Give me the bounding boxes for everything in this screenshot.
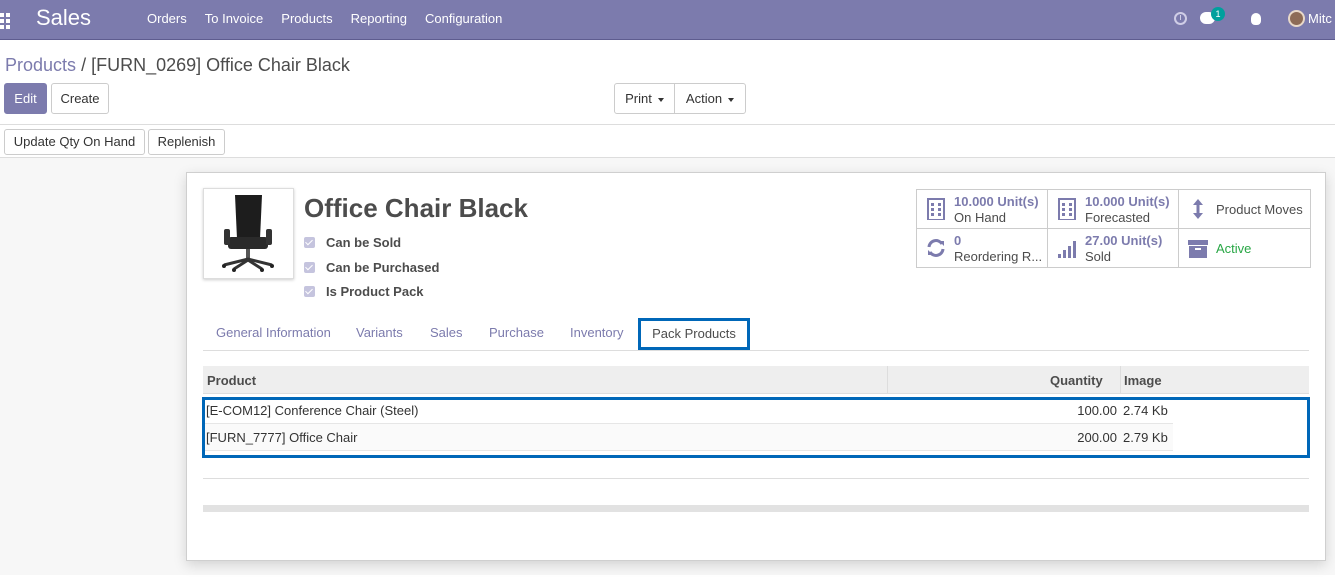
signal-bars-icon bbox=[1058, 241, 1076, 258]
avatar[interactable] bbox=[1288, 10, 1305, 27]
refresh-icon bbox=[927, 239, 945, 257]
rows-highlight-frame bbox=[202, 397, 1310, 458]
forecasted-button[interactable]: 10.000 Unit(s) Forecasted bbox=[1048, 190, 1179, 229]
app-brand[interactable]: Sales bbox=[36, 5, 91, 31]
product-name[interactable]: Office Chair Black bbox=[304, 193, 528, 224]
user-name[interactable]: Mitc bbox=[1308, 11, 1332, 26]
product-image[interactable] bbox=[203, 188, 294, 279]
reordering-rules-button[interactable]: 0 Reordering R... bbox=[917, 229, 1048, 268]
column-product[interactable]: Product bbox=[207, 373, 256, 388]
menu-reporting[interactable]: Reporting bbox=[342, 0, 416, 40]
top-navbar: Sales Orders To Invoice Products Reporti… bbox=[0, 0, 1335, 40]
can-be-sold-label: Can be Sold bbox=[326, 234, 402, 250]
tab-general-information[interactable]: General Information bbox=[216, 325, 331, 340]
menu-to-invoice[interactable]: To Invoice bbox=[196, 0, 273, 40]
activity-clock-icon[interactable] bbox=[1174, 12, 1187, 25]
caret-down-icon bbox=[728, 97, 735, 102]
archive-icon bbox=[1188, 240, 1208, 258]
form-sheet: Office Chair Black Can be Sold Can be Pu… bbox=[186, 172, 1326, 561]
reordering-value: 0 bbox=[954, 233, 962, 248]
up-down-arrows-icon bbox=[1193, 199, 1203, 219]
chat-badge: 1 bbox=[1211, 7, 1225, 21]
tab-sales[interactable]: Sales bbox=[430, 325, 463, 340]
active-label: Active bbox=[1216, 241, 1252, 256]
product-moves-label: Product Moves bbox=[1216, 202, 1303, 217]
on-hand-value: 10.000 Unit(s) bbox=[954, 194, 1039, 209]
forecasted-value: 10.000 Unit(s) bbox=[1085, 194, 1170, 209]
divider bbox=[0, 124, 1335, 125]
column-separator bbox=[887, 366, 888, 394]
edit-button[interactable]: Edit bbox=[4, 83, 47, 114]
menu-products[interactable]: Products bbox=[272, 0, 341, 40]
column-separator bbox=[1120, 366, 1121, 394]
product-moves-button[interactable]: Product Moves bbox=[1179, 190, 1310, 229]
main-menu: Orders To Invoice Products Reporting Con… bbox=[138, 0, 511, 40]
tab-variants[interactable]: Variants bbox=[356, 325, 403, 340]
create-button[interactable]: Create bbox=[51, 83, 109, 114]
sold-button[interactable]: 27.00 Unit(s) Sold bbox=[1048, 229, 1179, 268]
breadcrumb-separator: / bbox=[81, 55, 87, 75]
can-be-purchased-row: Can be Purchased bbox=[304, 259, 439, 275]
breadcrumb: Products / [FURN_0269] Office Chair Blac… bbox=[5, 55, 350, 76]
can-be-sold-row: Can be Sold bbox=[304, 234, 401, 250]
reordering-label: Reordering R... bbox=[954, 249, 1043, 264]
sold-value: 27.00 Unit(s) bbox=[1085, 233, 1163, 248]
action-label: Action bbox=[685, 91, 723, 106]
menu-configuration[interactable]: Configuration bbox=[416, 0, 511, 40]
building-icon bbox=[927, 198, 945, 220]
can-be-purchased-label: Can be Purchased bbox=[326, 259, 440, 275]
table-footer-bar bbox=[203, 505, 1309, 512]
table-header: Product Quantity Image bbox=[203, 366, 1309, 394]
sold-label: Sold bbox=[1085, 249, 1112, 264]
active-toggle-button[interactable]: Active bbox=[1179, 229, 1310, 268]
breadcrumb-products[interactable]: Products bbox=[5, 55, 76, 75]
update-qty-button[interactable]: Update Qty On Hand bbox=[4, 129, 145, 155]
tab-inventory[interactable]: Inventory bbox=[570, 325, 623, 340]
table-footer-line bbox=[203, 478, 1309, 479]
replenish-button[interactable]: Replenish bbox=[148, 129, 225, 155]
can-be-purchased-checkbox[interactable] bbox=[304, 261, 315, 273]
column-image[interactable]: Image bbox=[1124, 373, 1162, 388]
action-dropdown[interactable]: Action bbox=[674, 83, 746, 114]
is-product-pack-checkbox[interactable] bbox=[304, 285, 315, 297]
apps-grid-icon[interactable] bbox=[0, 13, 10, 29]
menu-orders[interactable]: Orders bbox=[138, 0, 196, 40]
notebook-tabs: General Information Variants Sales Purch… bbox=[203, 318, 1309, 351]
caret-down-icon bbox=[657, 97, 664, 102]
building-icon bbox=[1058, 198, 1076, 220]
on-hand-label: On Hand bbox=[954, 210, 1007, 225]
tab-pack-products[interactable]: Pack Products bbox=[638, 318, 750, 350]
smart-buttons: 10.000 Unit(s) On Hand 10.000 Unit(s) Fo… bbox=[916, 189, 1311, 268]
tab-purchase[interactable]: Purchase bbox=[489, 325, 544, 340]
can-be-sold-checkbox[interactable] bbox=[304, 236, 315, 248]
forecasted-label: Forecasted bbox=[1085, 210, 1151, 225]
print-label: Print bbox=[625, 91, 652, 106]
debug-bug-icon[interactable] bbox=[1251, 13, 1261, 25]
is-product-pack-row: Is Product Pack bbox=[304, 283, 424, 299]
office-chair-image bbox=[222, 195, 274, 272]
breadcrumb-current: [FURN_0269] Office Chair Black bbox=[91, 55, 350, 75]
is-product-pack-label: Is Product Pack bbox=[326, 283, 424, 299]
on-hand-button[interactable]: 10.000 Unit(s) On Hand bbox=[917, 190, 1048, 229]
column-quantity[interactable]: Quantity bbox=[1050, 373, 1103, 388]
print-dropdown[interactable]: Print bbox=[614, 83, 675, 114]
